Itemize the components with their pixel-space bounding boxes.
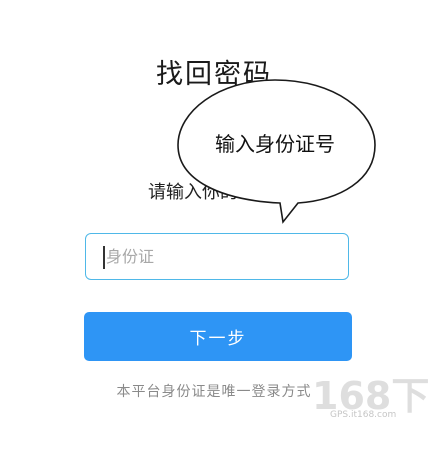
watermark-url: GPS.it168.com xyxy=(330,410,397,420)
speech-bubble-text: 输入身份证号 xyxy=(215,132,335,156)
page-title: 找回密码 xyxy=(156,59,272,90)
id-prompt-text: 请输入你的 xyxy=(148,182,238,203)
id-number-field[interactable] xyxy=(85,233,349,280)
next-step-button[interactable]: 下一步 xyxy=(84,312,352,361)
find-password-screen: 找回密码 请输入你的 输入身份证号 下一步 本平台身份证是唯一登录方式 168下… xyxy=(0,0,428,449)
text-cursor xyxy=(103,246,105,269)
id-number-input[interactable] xyxy=(106,234,336,278)
